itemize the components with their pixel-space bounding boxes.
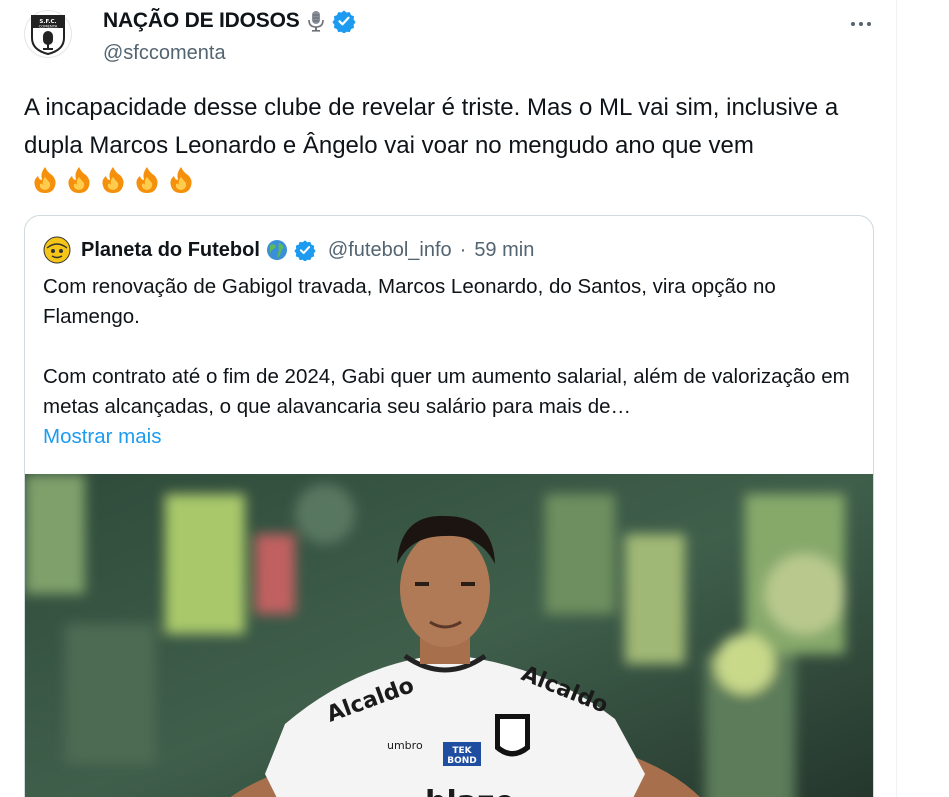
- author-avatar[interactable]: S.F.C. COMENTA: [24, 10, 72, 58]
- shirt-brand: umbro: [387, 739, 423, 752]
- sfc-logo-icon: S.F.C. COMENTA: [31, 15, 65, 56]
- fire-emoji-row: [30, 165, 196, 195]
- more-dot-icon: [867, 22, 871, 26]
- shirt-sponsor-bond: BOND: [447, 756, 477, 766]
- quoted-tweet-card[interactable]: Planeta do Futebol @futebol_info · 59 mi…: [24, 215, 874, 797]
- quoted-tweet-photo[interactable]: Alcaldo Alcaldo umbro TEK BOND blaze: [25, 474, 873, 797]
- svg-text:COMENTA: COMENTA: [39, 24, 58, 29]
- microphone-icon: [306, 10, 326, 32]
- tweet[interactable]: S.F.C. COMENTA NAÇÃO DE IDOSOS @sfccomen…: [0, 0, 896, 797]
- quoted-verified-badge-icon[interactable]: [294, 239, 316, 262]
- separator-dot: ·: [459, 238, 467, 261]
- fire-emoji-icon: [132, 165, 162, 195]
- fire-emoji-icon: [98, 165, 128, 195]
- more-dot-icon: [851, 22, 855, 26]
- fire-emoji-icon: [166, 165, 196, 195]
- fire-emoji-icon: [30, 165, 60, 195]
- globe-emoji-icon: [266, 239, 288, 261]
- more-dot-icon: [859, 22, 863, 26]
- column-divider: [896, 0, 897, 797]
- quoted-author-handle[interactable]: @futebol_info: [328, 239, 452, 262]
- tweet-text: A incapacidade desse clube de revelar é …: [24, 89, 864, 203]
- quoted-author-avatar[interactable]: [43, 236, 71, 264]
- more-options-button[interactable]: [846, 12, 876, 36]
- author-display-name[interactable]: NAÇÃO DE IDOSOS: [103, 9, 300, 33]
- fire-emoji-icon: [64, 165, 94, 195]
- shirt-front-sponsor: blaze: [425, 785, 515, 797]
- football-player-photo: Alcaldo Alcaldo umbro TEK BOND blaze: [25, 474, 873, 797]
- author-handle[interactable]: @sfccomenta: [103, 42, 226, 65]
- quoted-timestamp[interactable]: 59 min: [474, 239, 534, 262]
- tweet-text-content: A incapacidade desse clube de revelar é …: [24, 94, 839, 159]
- quoted-tweet-text: Com renovação de Gabigol travada, Marcos…: [43, 272, 863, 452]
- quoted-paragraph-1: Com renovação de Gabigol travada, Marcos…: [43, 275, 776, 328]
- verified-badge-icon[interactable]: [331, 9, 356, 34]
- show-more-link[interactable]: Mostrar mais: [43, 425, 161, 448]
- quoted-author-name[interactable]: Planeta do Futebol: [81, 239, 260, 262]
- shirt-sponsor-tek: TEK: [452, 746, 472, 756]
- quoted-tweet-header: Planeta do Futebol @futebol_info · 59 mi…: [43, 236, 534, 264]
- author-name-row[interactable]: NAÇÃO DE IDOSOS: [103, 9, 356, 34]
- quoted-paragraph-2: Com contrato até o fim de 2024, Gabi que…: [43, 365, 850, 418]
